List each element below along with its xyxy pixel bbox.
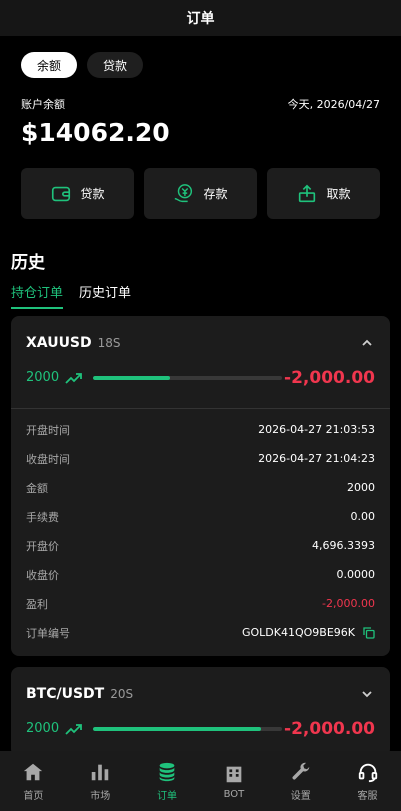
order-progress-bar	[93, 727, 282, 731]
open-time-value: 2026-04-27 21:03:53	[258, 423, 375, 436]
detail-label: 订单编号	[26, 626, 70, 640]
nav-orders[interactable]: 订单	[134, 751, 201, 811]
detail-row: 收盘时间 2026-04-27 21:04:23	[26, 444, 375, 473]
detail-label: 开盘价	[26, 539, 59, 553]
detail-row: 金额 2000	[26, 473, 375, 502]
fee-value: 0.00	[350, 510, 376, 523]
building-icon	[226, 766, 242, 782]
wallet-icon	[52, 186, 71, 201]
detail-label: 盈利	[26, 597, 48, 611]
trend-up-icon	[65, 372, 82, 384]
nav-settings[interactable]: 设置	[267, 751, 334, 811]
tab-open-orders[interactable]: 持仓订单	[11, 282, 64, 309]
withdraw-button-label: 取款	[326, 187, 351, 201]
order-symbol: XAUUSD 18S	[26, 335, 121, 351]
order-card-header[interactable]: XAUUSD 18S 2000 -2,000.00	[11, 316, 390, 408]
headset-icon	[358, 763, 377, 782]
detail-label: 金额	[26, 481, 48, 495]
nav-bot-label: BOT	[223, 788, 245, 800]
stake-value: 2000	[26, 721, 60, 736]
order-symbol: BTC/USDT 20S	[26, 686, 133, 702]
history-title: 历史	[11, 253, 45, 273]
coins-icon	[159, 762, 175, 781]
order-card-header[interactable]: BTC/USDT 20S 2000 -2,000.00	[11, 667, 390, 757]
nav-support-label: 客服	[357, 790, 378, 802]
order-number: GOLDK41QO9BE96K	[242, 626, 375, 639]
nav-support[interactable]: 客服	[334, 751, 401, 811]
loan-button[interactable]: 贷款	[21, 168, 134, 219]
amount-value: 2000	[347, 481, 375, 494]
segment-balance[interactable]: 余额	[21, 52, 78, 78]
deposit-icon	[175, 183, 193, 202]
nav-settings-label: 设置	[290, 790, 311, 802]
open-price-value: 4,696.3393	[312, 539, 375, 552]
segment-loan[interactable]: 贷款	[87, 52, 144, 78]
balance-amount: $14062.20	[21, 118, 170, 147]
copy-icon[interactable]	[363, 626, 375, 639]
order-pnl: -2,000.00	[284, 719, 375, 739]
detail-row: 手续费 0.00	[26, 502, 375, 531]
withdraw-icon	[299, 184, 316, 202]
order-stake: 2000	[26, 370, 83, 385]
trend-up-icon	[65, 723, 82, 735]
chevron-up-icon[interactable]	[360, 336, 374, 350]
balance-loan-toggle: 余额 贷款	[21, 52, 144, 78]
nav-home[interactable]: 首页	[0, 751, 67, 811]
symbol-text: BTC/USDT	[26, 686, 105, 702]
order-duration: 18S	[97, 336, 121, 350]
detail-label: 开盘时间	[26, 423, 70, 437]
nav-market[interactable]: 市场	[67, 751, 134, 811]
balance-label: 账户余额	[21, 98, 65, 111]
page-title: 订单	[186, 11, 215, 27]
nav-home-label: 首页	[23, 790, 44, 802]
symbol-text: XAUUSD	[26, 335, 92, 351]
close-price-value: 0.0000	[336, 568, 376, 581]
order-card: XAUUSD 18S 2000 -2,000.00 开盘时间 2026-04-27 …	[11, 316, 390, 656]
detail-label: 收盘价	[26, 568, 59, 582]
profit-value: -2,000.00	[322, 597, 375, 610]
order-card: BTC/USDT 20S 2000 -2,000.00	[11, 667, 390, 757]
stake-value: 2000	[26, 370, 60, 385]
progress-fill	[93, 727, 262, 731]
detail-row: 盈利 -2,000.00	[26, 589, 375, 618]
detail-row: 订单编号 GOLDK41QO9BE96K	[26, 618, 375, 647]
chevron-down-icon[interactable]	[360, 687, 374, 701]
detail-row: 开盘价 4,696.3393	[26, 531, 375, 560]
order-number-value: GOLDK41QO9BE96K	[241, 626, 355, 639]
wrench-icon	[292, 762, 309, 779]
deposit-button-label: 存款	[203, 187, 228, 201]
tab-order-history[interactable]: 历史订单	[79, 282, 131, 309]
history-tabs: 持仓订单 历史订单	[11, 282, 131, 309]
top-bar: 订单	[0, 0, 401, 36]
home-icon	[24, 763, 43, 780]
loan-button-label: 贷款	[80, 187, 105, 201]
action-buttons: 贷款 存款 取款	[21, 168, 380, 219]
nav-bot[interactable]: BOT	[200, 751, 267, 811]
bottom-nav: 首页 市场 订单 BOT 设置 客服	[0, 751, 401, 811]
nav-orders-label: 订单	[157, 790, 178, 802]
order-details: 开盘时间 2026-04-27 21:03:53 收盘时间 2026-04-27 2…	[11, 409, 390, 647]
order-progress-bar	[93, 376, 282, 380]
detail-row: 开盘时间 2026-04-27 21:03:53	[26, 415, 375, 444]
balance-date: 今天, 2026/04/27	[287, 98, 380, 111]
progress-fill	[93, 376, 171, 380]
detail-row: 收盘价 0.0000	[26, 560, 375, 589]
deposit-button[interactable]: 存款	[144, 168, 257, 219]
withdraw-button[interactable]: 取款	[267, 168, 380, 219]
order-stake: 2000	[26, 721, 83, 736]
detail-label: 收盘时间	[26, 452, 70, 466]
close-time-value: 2026-04-27 21:04:23	[258, 452, 375, 465]
detail-label: 手续费	[26, 510, 59, 524]
nav-market-label: 市场	[90, 790, 111, 802]
bar-chart-icon	[91, 764, 109, 780]
order-pnl: -2,000.00	[284, 368, 375, 388]
order-duration: 20S	[110, 687, 134, 701]
